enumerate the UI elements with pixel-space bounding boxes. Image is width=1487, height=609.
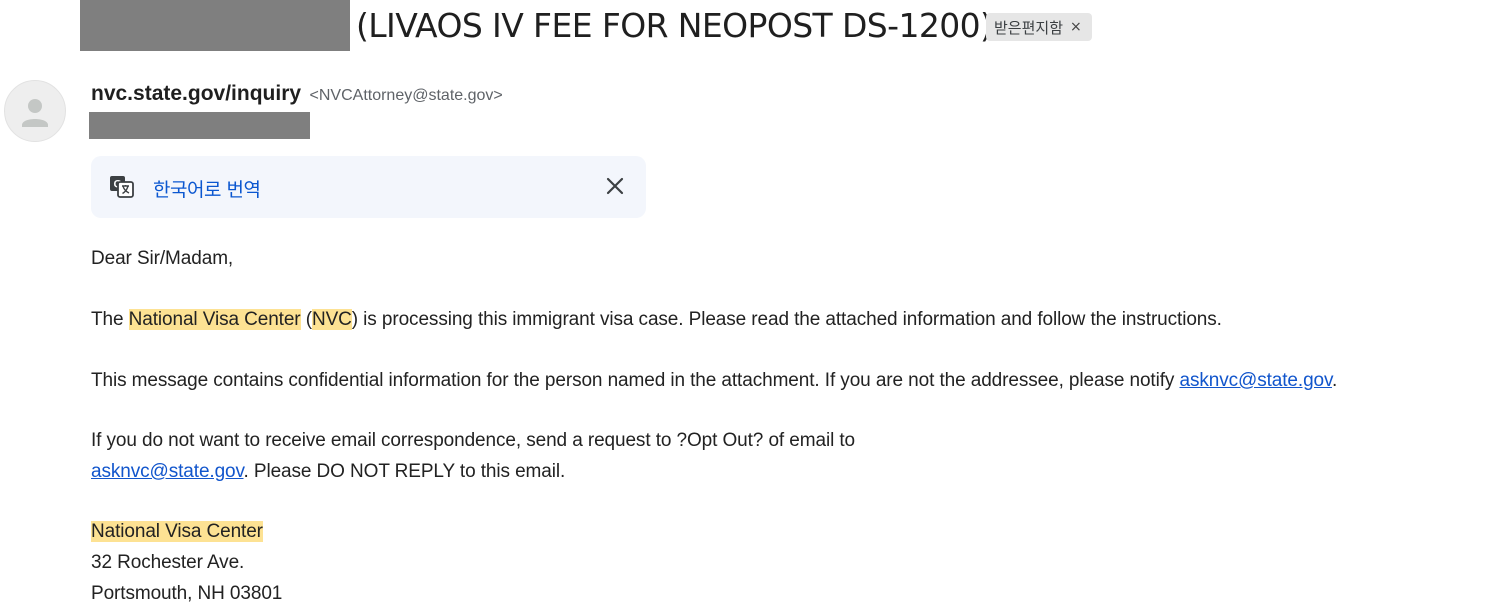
sender-line: nvc.state.gov/inquiry <NVCAttorney@state… xyxy=(91,82,503,106)
body-paragraph-3-line-2: asknvc@state.gov. Please DO NOT REPLY to… xyxy=(91,456,565,487)
asknvc-email-link[interactable]: asknvc@state.gov xyxy=(1179,370,1332,391)
sender-email: <NVCAttorney@state.gov> xyxy=(309,87,503,104)
p1-highlight-org: National Visa Center xyxy=(128,309,301,330)
inbox-label-chip[interactable]: 받은편지함 × xyxy=(986,13,1092,41)
inbox-label-text: 받은편지함 xyxy=(994,18,1064,37)
body-paragraph-2: This message contains confidential infor… xyxy=(91,365,1337,396)
close-icon[interactable] xyxy=(604,175,626,197)
translate-icon: G xyxy=(110,176,134,198)
remove-label-button[interactable]: × xyxy=(1070,19,1082,35)
body-paragraph-3-line-1: If you do not want to receive email corr… xyxy=(91,430,856,451)
p2-text-b: . xyxy=(1332,370,1338,391)
signature-highlight-org: National Visa Center xyxy=(91,521,263,542)
redacted-subject-block xyxy=(80,0,350,51)
p1-text-c: ) is processing this immigrant visa case… xyxy=(351,309,1222,330)
translate-bar: G 한국어로 번역 xyxy=(91,156,646,218)
sender-avatar[interactable] xyxy=(4,80,66,142)
greeting: Dear Sir/Madam, xyxy=(91,248,234,269)
signature-street: 32 Rochester Ave. xyxy=(91,552,245,573)
p1-highlight-abbr: NVC xyxy=(311,309,352,330)
email-subject: (LIVAOS IV FEE FOR NEOPOST DS-1200) xyxy=(356,6,993,45)
signature-org: National Visa Center xyxy=(91,516,263,547)
avatar-person-icon xyxy=(22,99,48,127)
p2-text-a: This message contains confidential infor… xyxy=(91,370,1180,391)
sender-name[interactable]: nvc.state.gov/inquiry xyxy=(91,82,301,105)
p3-text-b: . Please DO NOT REPLY to this email. xyxy=(243,461,566,482)
asknvc-email-link-2[interactable]: asknvc@state.gov xyxy=(91,461,244,482)
p1-text-a: The xyxy=(91,309,129,330)
body-paragraph-1: The National Visa Center (NVC) is proces… xyxy=(91,304,1222,335)
redacted-recipient-block xyxy=(89,112,310,139)
signature-city: Portsmouth, NH 03801 xyxy=(91,583,283,604)
translate-to-korean-link[interactable]: 한국어로 번역 xyxy=(153,175,261,202)
p1-text-b: ( xyxy=(300,309,312,330)
